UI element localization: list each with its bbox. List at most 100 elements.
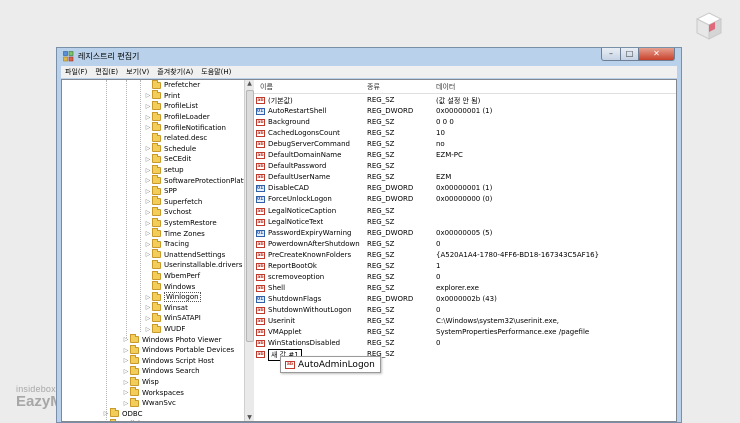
tree-item[interactable]: ▷ Time Zones [144, 228, 205, 239]
tree-item[interactable]: ▷ SeCEdit [144, 153, 191, 165]
value-row[interactable]: ab DefaultUserName REG_SZ EZM [254, 172, 676, 183]
expand-arrow-icon[interactable]: ▷ [122, 389, 130, 396]
tree-item[interactable]: ▷ ProfileLoader [144, 111, 210, 123]
value-row[interactable]: ab LegalNoticeText REG_SZ [254, 217, 676, 228]
value-row[interactable]: ab CachedLogonsCount REG_SZ 10 [254, 128, 676, 139]
expand-arrow-icon[interactable]: ▷ [144, 145, 152, 152]
expand-arrow-icon[interactable]: ▷ [144, 167, 152, 174]
tree-item[interactable]: ▷ ODBC [102, 408, 142, 420]
tree-item[interactable]: ▷ Print [144, 90, 180, 102]
maximize-button[interactable]: □ [621, 48, 639, 61]
tree-item[interactable]: ▷ SPP [144, 185, 177, 197]
tree-item[interactable]: ▷ UnattendSettings [144, 249, 225, 261]
tree-item[interactable]: ▷ Winsat [144, 302, 188, 314]
tree-item[interactable]: ▷ ProfileList [144, 100, 198, 112]
expand-arrow-icon[interactable]: ▷ [144, 230, 152, 237]
expand-arrow-icon[interactable]: ▷ [144, 294, 152, 301]
scroll-thumb[interactable] [246, 90, 254, 342]
value-row[interactable]: ab DefaultDomainName REG_SZ EZM-PC [254, 150, 676, 161]
value-row[interactable]: 011ShutdownFlags REG_DWORD 0x0000002b (43) [254, 294, 676, 305]
value-row[interactable]: 011ForceUnlockLogon REG_DWORD 0x00000000 (… [254, 194, 676, 205]
minimize-button[interactable]: – [601, 48, 621, 61]
expand-arrow-icon[interactable]: ▷ [144, 114, 152, 121]
tree-item[interactable]: ▷ WwanSvc [122, 397, 176, 409]
expand-arrow-icon[interactable]: ▷ [144, 103, 152, 110]
expand-arrow-icon[interactable]: ▷ [144, 92, 152, 99]
tree-item[interactable]: ▷ Windows Search [122, 365, 200, 377]
menu-edit[interactable]: 편집(E) [91, 67, 122, 77]
value-row[interactable]: ab ReportBootOk REG_SZ 1 [254, 261, 676, 272]
value-row[interactable]: ab (기본값) REG_SZ (값 설정 안 됨) [254, 95, 676, 106]
expand-arrow-icon[interactable]: ▷ [144, 177, 152, 184]
expand-arrow-icon[interactable]: ▷ [102, 410, 110, 417]
tree-item[interactable]: ▷ Winlogon [144, 291, 201, 303]
value-row[interactable]: 011PasswordExpiryWarning REG_DWORD 0x00000… [254, 228, 676, 239]
tree-item[interactable]: ▷Policies [102, 418, 148, 421]
expand-arrow-icon[interactable]: ▷ [144, 251, 152, 258]
tree-item[interactable]: related.desc [144, 132, 207, 144]
value-row[interactable]: 011DisableCAD REG_DWORD 0x00000001 (1) [254, 183, 676, 194]
expand-arrow-icon[interactable]: ▷ [122, 347, 130, 354]
tree-item[interactable]: ▷ Windows Script Host [122, 355, 214, 367]
value-row[interactable]: ab DefaultPassword REG_SZ [254, 161, 676, 172]
scroll-up-icon[interactable]: ▲ [246, 80, 253, 87]
expand-arrow-icon[interactable]: ▷ [122, 357, 130, 364]
tree-item[interactable]: Windows [144, 281, 195, 292]
value-row[interactable]: ab LegalNoticeCaption REG_SZ [254, 206, 676, 217]
tree-item[interactable]: ▷ Superfetch [144, 196, 202, 208]
value-row[interactable]: ab scremoveoption REG_SZ 0 [254, 272, 676, 283]
tree-item[interactable]: ▷ Wisp [122, 376, 159, 388]
tree-item[interactable]: ▷ SoftwareProtectionPlatform [144, 175, 244, 186]
menu-favorites[interactable]: 즐겨찾기(A) [153, 67, 197, 77]
value-row[interactable]: ab VMApplet REG_SZ SystemPropertiesPerforma… [254, 327, 676, 338]
menu-file[interactable]: 파일(F) [61, 67, 91, 77]
expand-arrow-icon[interactable]: ▷ [122, 400, 130, 407]
value-row[interactable]: ab Shell REG_SZ explorer.exe [254, 283, 676, 294]
value-row[interactable]: 011AutoRestartShell REG_DWORD 0x00000001 (… [254, 106, 676, 117]
tree-item[interactable]: WbemPerf [144, 270, 200, 282]
tree-item[interactable]: ▷ ProfileNotification [144, 122, 226, 133]
tree-item[interactable]: ▷ Schedule [144, 143, 196, 155]
expand-arrow-icon[interactable]: ▷ [144, 198, 152, 205]
column-type-header[interactable]: 종류 [367, 82, 380, 92]
expand-arrow-icon[interactable]: ▷ [144, 188, 152, 195]
scroll-down-icon[interactable]: ▼ [246, 414, 253, 421]
tree-item[interactable]: ▷ Windows Portable Devices [122, 344, 234, 356]
value-row[interactable]: ab Background REG_SZ 0 0 0 [254, 117, 676, 128]
expand-arrow-icon[interactable]: ▷ [144, 304, 152, 311]
expand-arrow-icon[interactable]: ▷ [144, 220, 152, 227]
tree-item[interactable]: ▷ Tracing [144, 238, 189, 250]
value-row[interactable]: ab Userinit REG_SZ C:\Windows\system32\user… [254, 316, 676, 327]
title-bar[interactable]: 레지스트리 편집기 – □ ✕ [57, 48, 681, 66]
value-row[interactable]: ab DebugServerCommand REG_SZ no [254, 139, 676, 150]
expand-arrow-icon[interactable]: ▷ [144, 241, 152, 248]
tree-item[interactable]: ▷ WinSATAPI [144, 312, 201, 324]
tree-item[interactable]: ▷ WUDF [144, 323, 185, 335]
tree-item[interactable]: ▷ Windows Photo Viewer [122, 334, 221, 345]
column-data-header[interactable]: 데이터 [436, 82, 455, 92]
expand-arrow-icon[interactable]: ▷ [122, 368, 130, 375]
close-button[interactable]: ✕ [639, 48, 675, 61]
menu-help[interactable]: 도움말(H) [197, 67, 235, 77]
tree-item[interactable]: ▷ Svchost [144, 206, 192, 218]
expand-arrow-icon[interactable]: ▷ [122, 336, 130, 343]
value-row[interactable]: ab WinStationsDisabled REG_SZ 0 [254, 338, 676, 349]
key-tree-pane[interactable]: Prefetcher ▷ Print ▷ ProfileList ▷ ProfileLoad… [62, 80, 245, 421]
expand-arrow-icon[interactable]: ▷ [144, 209, 152, 216]
expand-arrow-icon[interactable]: ▷ [144, 315, 152, 322]
expand-arrow-icon[interactable]: ▷ [144, 156, 152, 163]
expand-arrow-icon[interactable]: ▷ [144, 124, 152, 131]
expand-arrow-icon[interactable]: ▷ [122, 379, 130, 386]
value-row[interactable]: ab ShutdownWithoutLogon REG_SZ 0 [254, 305, 676, 316]
expand-arrow-icon[interactable]: ▷ [144, 326, 152, 333]
value-row[interactable]: ab PreCreateKnownFolders REG_SZ {A520A1A4-1… [254, 250, 676, 261]
tree-scrollbar[interactable]: ▲ ▼ [244, 80, 254, 421]
tree-item[interactable]: Prefetcher [144, 80, 200, 91]
tree-item[interactable]: ▷ SystemRestore [144, 217, 217, 229]
tree-item[interactable]: ▷ Workspaces [122, 387, 184, 398]
tree-item[interactable]: ▷ setup [144, 164, 184, 176]
menu-view[interactable]: 보기(V) [122, 67, 153, 77]
value-row[interactable]: ab PowerdownAfterShutdown REG_SZ 0 [254, 239, 676, 250]
column-name-header[interactable]: 이름 [260, 82, 273, 92]
tree-item[interactable]: Userinstallable.drivers [144, 259, 242, 271]
